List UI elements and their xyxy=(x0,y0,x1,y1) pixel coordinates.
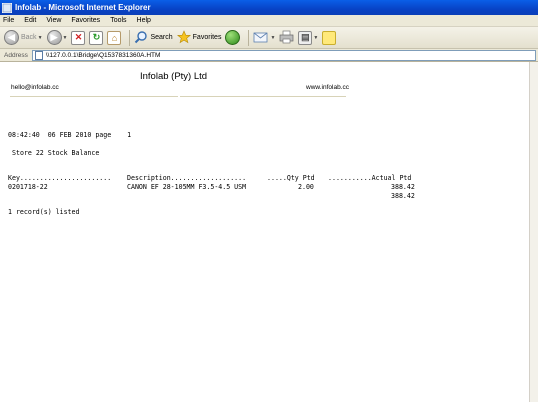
back-label: Back xyxy=(21,34,37,41)
chevron-down-icon[interactable]: ▼ xyxy=(313,35,318,41)
toolbar: ◀ Back ▼ ▶ ▼ ✕ ↻ ⌂ Search Favorites ▼ ▤ … xyxy=(0,27,538,49)
search-label: Search xyxy=(150,34,173,41)
report-title: Store 22 Stock Balance xyxy=(12,149,100,157)
edit-page-icon: ▤ xyxy=(298,30,313,45)
row-actual: 388.42 xyxy=(391,183,415,191)
report-timestamp: 08:42:40 06 FEB 2010 page 1 xyxy=(8,131,132,139)
stop-button[interactable]: ✕ xyxy=(71,29,86,47)
internet-explorer-icon xyxy=(2,2,12,13)
window-title: Infolab - Microsoft Internet Explorer xyxy=(15,3,151,12)
edit-button[interactable]: ▤ ▼ xyxy=(298,29,318,47)
media-button[interactable] xyxy=(225,29,241,47)
printer-icon xyxy=(279,30,294,46)
chevron-down-icon[interactable]: ▼ xyxy=(270,35,275,41)
row-key: 0201718-22 xyxy=(8,183,48,191)
chevron-down-icon[interactable]: ▼ xyxy=(38,35,43,41)
toolbar-separator xyxy=(129,29,131,46)
company-email[interactable]: hello@infolab.cc xyxy=(11,84,59,91)
chevron-down-icon[interactable]: ▼ xyxy=(63,35,68,41)
report-footer: 1 record(s) listed xyxy=(8,208,80,216)
favorites-button[interactable]: Favorites xyxy=(176,29,222,47)
mail-icon xyxy=(253,30,269,46)
menu-help[interactable]: Help xyxy=(137,17,151,24)
header-divider-right xyxy=(180,96,346,97)
company-website[interactable]: www.infolab.cc xyxy=(306,84,349,91)
refresh-button[interactable]: ↻ xyxy=(89,29,104,47)
menu-bar: File Edit View Favorites Tools Help xyxy=(0,15,538,27)
mail-button[interactable]: ▼ xyxy=(253,29,275,47)
address-label: Address xyxy=(4,51,28,59)
search-button[interactable]: Search xyxy=(134,29,173,47)
vertical-scrollbar[interactable] xyxy=(529,62,538,402)
menu-tools[interactable]: Tools xyxy=(110,17,126,24)
row-description: CANON EF 28-105MM F3.5-4.5 USM xyxy=(127,183,247,191)
row-qty: 2.00 xyxy=(298,183,314,191)
search-icon xyxy=(134,30,148,46)
menu-favorites[interactable]: Favorites xyxy=(71,17,100,24)
col-header-description: Description................... xyxy=(127,174,247,182)
address-input[interactable]: \\127.0.0.1\Bridge\Q1537831360A.HTM xyxy=(31,49,536,61)
forward-button[interactable]: ▶ ▼ xyxy=(46,29,68,47)
back-button[interactable]: ◀ Back ▼ xyxy=(4,29,43,47)
notes-button[interactable] xyxy=(322,29,337,47)
back-arrow-icon: ◀ xyxy=(4,30,19,45)
col-header-actual: ...........Actual Ptd xyxy=(328,174,412,182)
media-icon xyxy=(225,30,241,45)
menu-file[interactable]: File xyxy=(3,17,14,24)
address-url: \\127.0.0.1\Bridge\Q1537831360A.HTM xyxy=(45,51,161,59)
title-bar[interactable]: Infolab - Microsoft Internet Explorer xyxy=(0,0,538,15)
forward-arrow-icon: ▶ xyxy=(46,30,62,45)
toolbar-separator xyxy=(248,29,250,46)
report-total: 388.42 xyxy=(391,192,415,200)
favorites-label: Favorites xyxy=(192,34,222,41)
home-icon: ⌂ xyxy=(107,30,122,45)
stop-icon: ✕ xyxy=(71,30,86,45)
menu-view[interactable]: View xyxy=(46,17,61,24)
page-icon xyxy=(34,50,43,60)
company-name: Infolab (Pty) Ltd xyxy=(140,71,208,82)
menu-edit[interactable]: Edit xyxy=(24,17,36,24)
address-bar: Address \\127.0.0.1\Bridge\Q1537831360A.… xyxy=(0,49,538,62)
print-button[interactable] xyxy=(279,29,294,47)
col-header-key: Key....................... xyxy=(8,174,112,182)
home-button[interactable]: ⌂ xyxy=(107,29,122,47)
header-divider-left xyxy=(10,96,178,97)
star-icon xyxy=(176,29,191,46)
page-content: Infolab (Pty) Ltd hello@infolab.cc www.i… xyxy=(0,62,529,402)
refresh-icon: ↻ xyxy=(89,30,104,45)
col-header-qty: .....Qty Ptd xyxy=(267,174,315,182)
sticky-note-icon xyxy=(322,30,337,45)
